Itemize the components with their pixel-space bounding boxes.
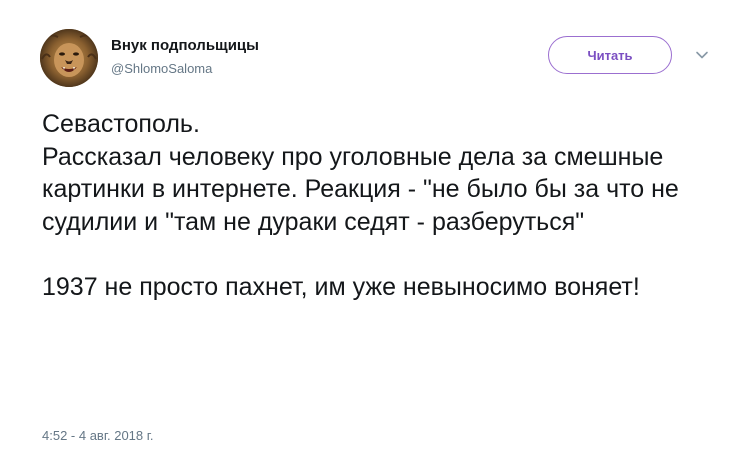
author-username[interactable]: @ShlomoSaloma	[111, 61, 212, 76]
tweet-card: Внук подпольщицы @ShlomoSaloma Читать Се…	[0, 0, 751, 450]
tweet-timestamp[interactable]: 4:52 - 4 авг. 2018 г.	[42, 428, 154, 443]
author-display-name[interactable]: Внук подпольщицы	[111, 37, 259, 54]
tweet-text: Севастополь. Рассказал человеку про угол…	[42, 110, 679, 301]
lion-avatar-icon	[40, 29, 98, 87]
chevron-down-icon[interactable]	[694, 47, 710, 63]
avatar[interactable]	[40, 29, 98, 87]
follow-button[interactable]: Читать	[548, 36, 672, 74]
